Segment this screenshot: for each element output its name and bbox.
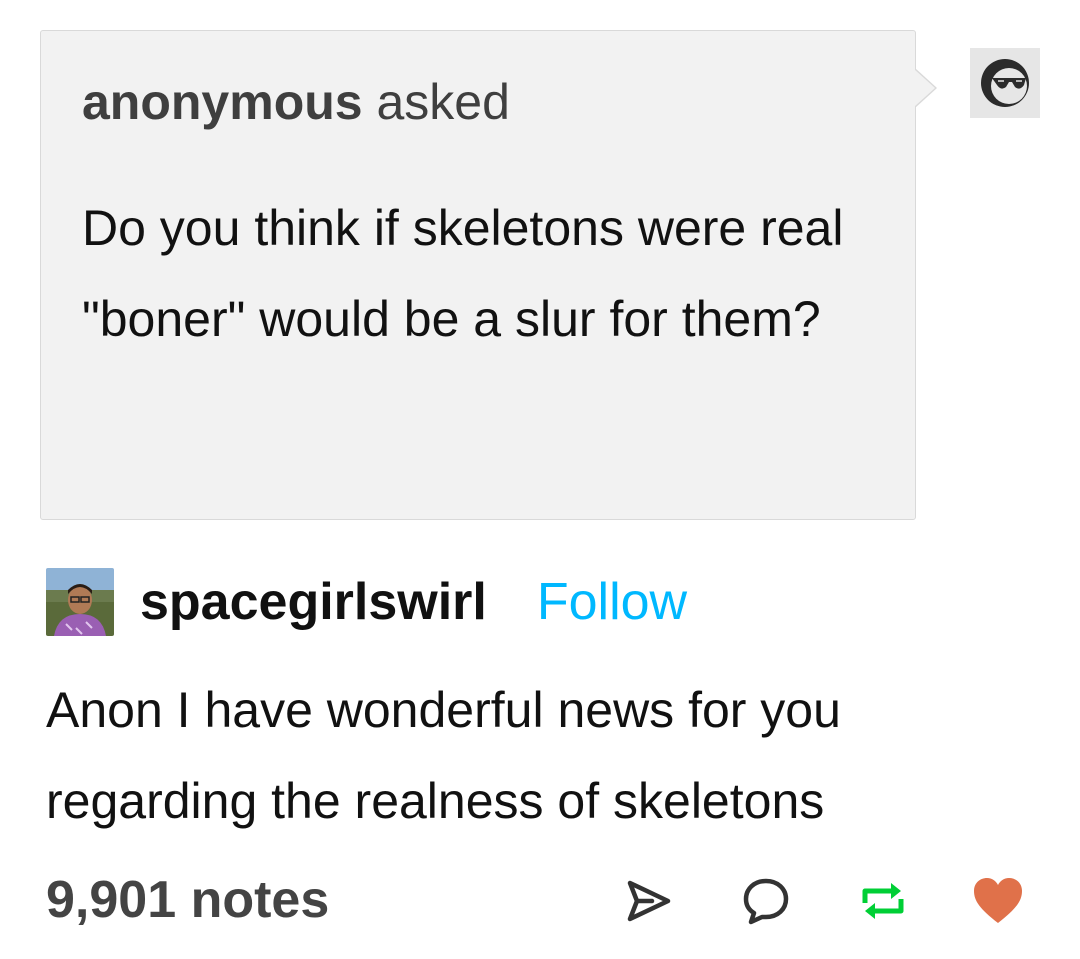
anonymous-avatar	[970, 48, 1040, 118]
sunglasses-face-icon	[981, 59, 1029, 107]
asker-name: anonymous	[82, 74, 363, 130]
ask-question: Do you think if skeletons were real "bon…	[82, 200, 844, 347]
reply-bubble-icon	[743, 878, 789, 925]
asker-line: anonymous asked	[82, 72, 510, 132]
username[interactable]: spacegirlswirl	[140, 572, 487, 632]
answer-text: Anon I have wonderful news for you regar…	[46, 682, 841, 829]
share-button[interactable]	[620, 873, 676, 929]
tumblr-post: anonymous asked Do you think if skeleton…	[0, 0, 1080, 959]
follow-button[interactable]: Follow	[537, 572, 687, 632]
share-arrow-icon	[627, 880, 671, 922]
reblog-button[interactable]	[855, 873, 911, 929]
notes-count[interactable]: 9,901 notes	[46, 870, 329, 930]
like-button[interactable]	[970, 873, 1026, 929]
asker-verb: asked	[376, 74, 510, 130]
reply-button[interactable]	[738, 873, 794, 929]
ask-bubble-tail-fill	[914, 69, 935, 107]
user-avatar-photo	[46, 568, 114, 636]
user-avatar[interactable]	[46, 568, 114, 636]
answerer-row: spacegirlswirl Follow	[46, 566, 687, 638]
reblog-icon	[862, 883, 904, 919]
post-actions	[620, 873, 1040, 929]
heart-icon	[974, 878, 1022, 923]
